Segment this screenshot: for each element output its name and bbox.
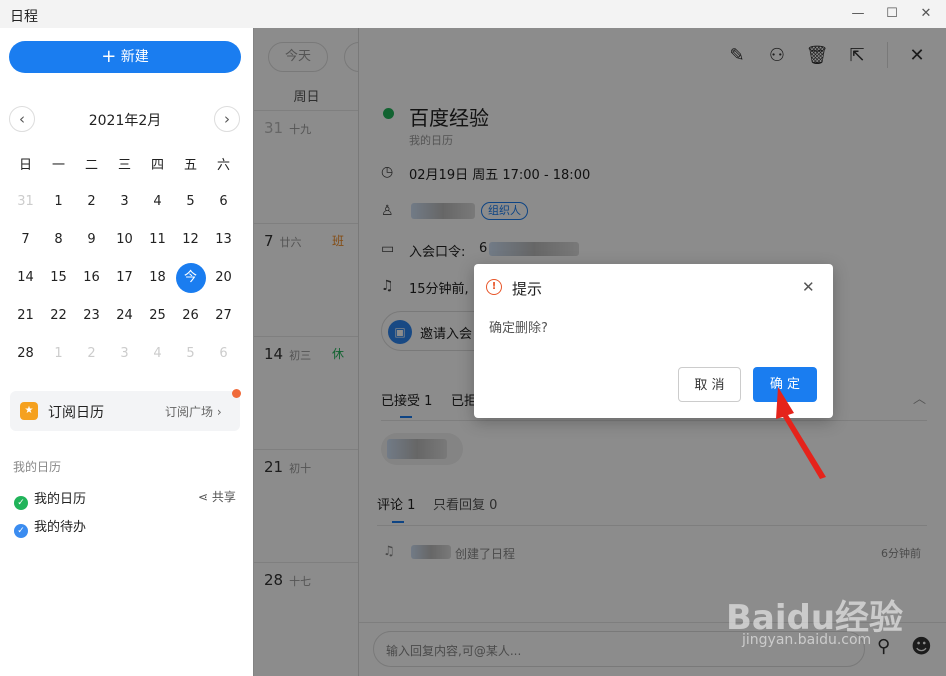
share-icon: ⋖ [198,490,209,504]
minimize-icon[interactable]: — [848,4,868,24]
calendar-day[interactable]: 14 [9,262,42,300]
chevron-right-icon: › [216,405,222,419]
dialog-close-icon[interactable]: ✕ [802,278,815,296]
calendar-day[interactable]: 23 [75,300,108,338]
chevron-left-icon: ‹ [19,110,25,128]
new-event-button[interactable]: + 新建 [9,41,241,73]
calendar-day[interactable]: 8 [42,224,75,262]
calendar-day[interactable]: 11 [141,224,174,262]
calendar-day[interactable]: 1 [42,338,75,376]
next-month-button[interactable]: › [214,106,240,132]
dialog-message: 确定删除? [489,321,548,336]
calendar-day[interactable]: 28 [9,338,42,376]
calendar-day[interactable]: 12 [174,224,207,262]
weekday-label: 日 [18,158,32,173]
close-window-icon[interactable]: ✕ [916,4,936,24]
subscribe-label: 订阅日历 [48,405,104,421]
weekday-label: 六 [216,158,230,173]
watermark-url: jingyan.baidu.com [742,632,872,648]
chevron-right-icon: › [224,110,230,128]
prev-month-button[interactable]: ‹ [9,106,35,132]
calendar-day[interactable]: 26 [174,300,207,338]
subscribe-plaza-link[interactable]: 订阅广场 › [165,403,222,420]
check-icon[interactable]: ✓ [14,524,28,538]
calendar-day[interactable]: 1 [42,186,75,224]
calendar-day[interactable]: 9 [75,224,108,262]
calendar-day[interactable]: 22 [42,300,75,338]
dialog-title: 提示 [512,280,543,298]
calendar-day[interactable]: 17 [108,262,141,300]
window-title: 日程 [10,9,38,25]
annotation-arrow [776,387,826,479]
calendar-day[interactable]: 31 [9,186,42,224]
weekday-label: 五 [183,158,197,173]
weekday-label: 四 [150,158,164,173]
calendar-day[interactable]: 5 [174,338,207,376]
maximize-icon[interactable]: ☐ [882,4,902,24]
calendar-day[interactable]: 4 [141,186,174,224]
weekday-label: 三 [117,158,131,173]
notification-dot [232,389,241,398]
month-label: 2021年2月 [88,113,162,129]
calendar-item-todo[interactable]: ✓ 我的待办 [14,516,86,538]
weekday-label: 一 [51,158,65,173]
calendar-day[interactable]: 13 [207,224,240,262]
calendar-day[interactable]: 2 [75,338,108,376]
calendar-day[interactable]: 27 [207,300,240,338]
warning-icon: ! [486,279,502,295]
bookmark-icon: ★ [20,402,38,420]
calendar-day[interactable]: 7 [9,224,42,262]
calendar-day[interactable]: 24 [108,300,141,338]
check-icon[interactable]: ✓ [14,496,28,510]
calendar-day[interactable]: 18 [141,262,174,300]
calendar-day-today[interactable]: 今 [174,262,207,300]
calendar-day[interactable]: 3 [108,186,141,224]
share-button[interactable]: ⋖ 共享 [198,488,236,505]
cancel-button[interactable]: 取 消 [678,367,741,402]
calendar-item-mine[interactable]: ✓ 我的日历 [14,488,86,510]
weekday-label: 二 [84,158,98,173]
calendar-day[interactable]: 5 [174,186,207,224]
calendar-day[interactable]: 6 [207,186,240,224]
calendar-day[interactable]: 2 [75,186,108,224]
calendar-day[interactable]: 20 [207,262,240,300]
calendar-day[interactable]: 10 [108,224,141,262]
calendar-day[interactable]: 6 [207,338,240,376]
my-calendars-heading: 我的日历 [13,460,62,474]
subscribe-calendar-row[interactable]: ★ 订阅日历 订阅广场 › [10,391,240,431]
calendar-day[interactable]: 4 [141,338,174,376]
plus-icon: + [101,46,117,67]
calendar-day[interactable]: 25 [141,300,174,338]
calendar-day[interactable]: 16 [75,262,108,300]
calendar-day[interactable]: 21 [9,300,42,338]
calendar-day[interactable]: 15 [42,262,75,300]
calendar-day[interactable]: 3 [108,338,141,376]
title-bar: 日程 — ☐ ✕ [0,0,946,28]
